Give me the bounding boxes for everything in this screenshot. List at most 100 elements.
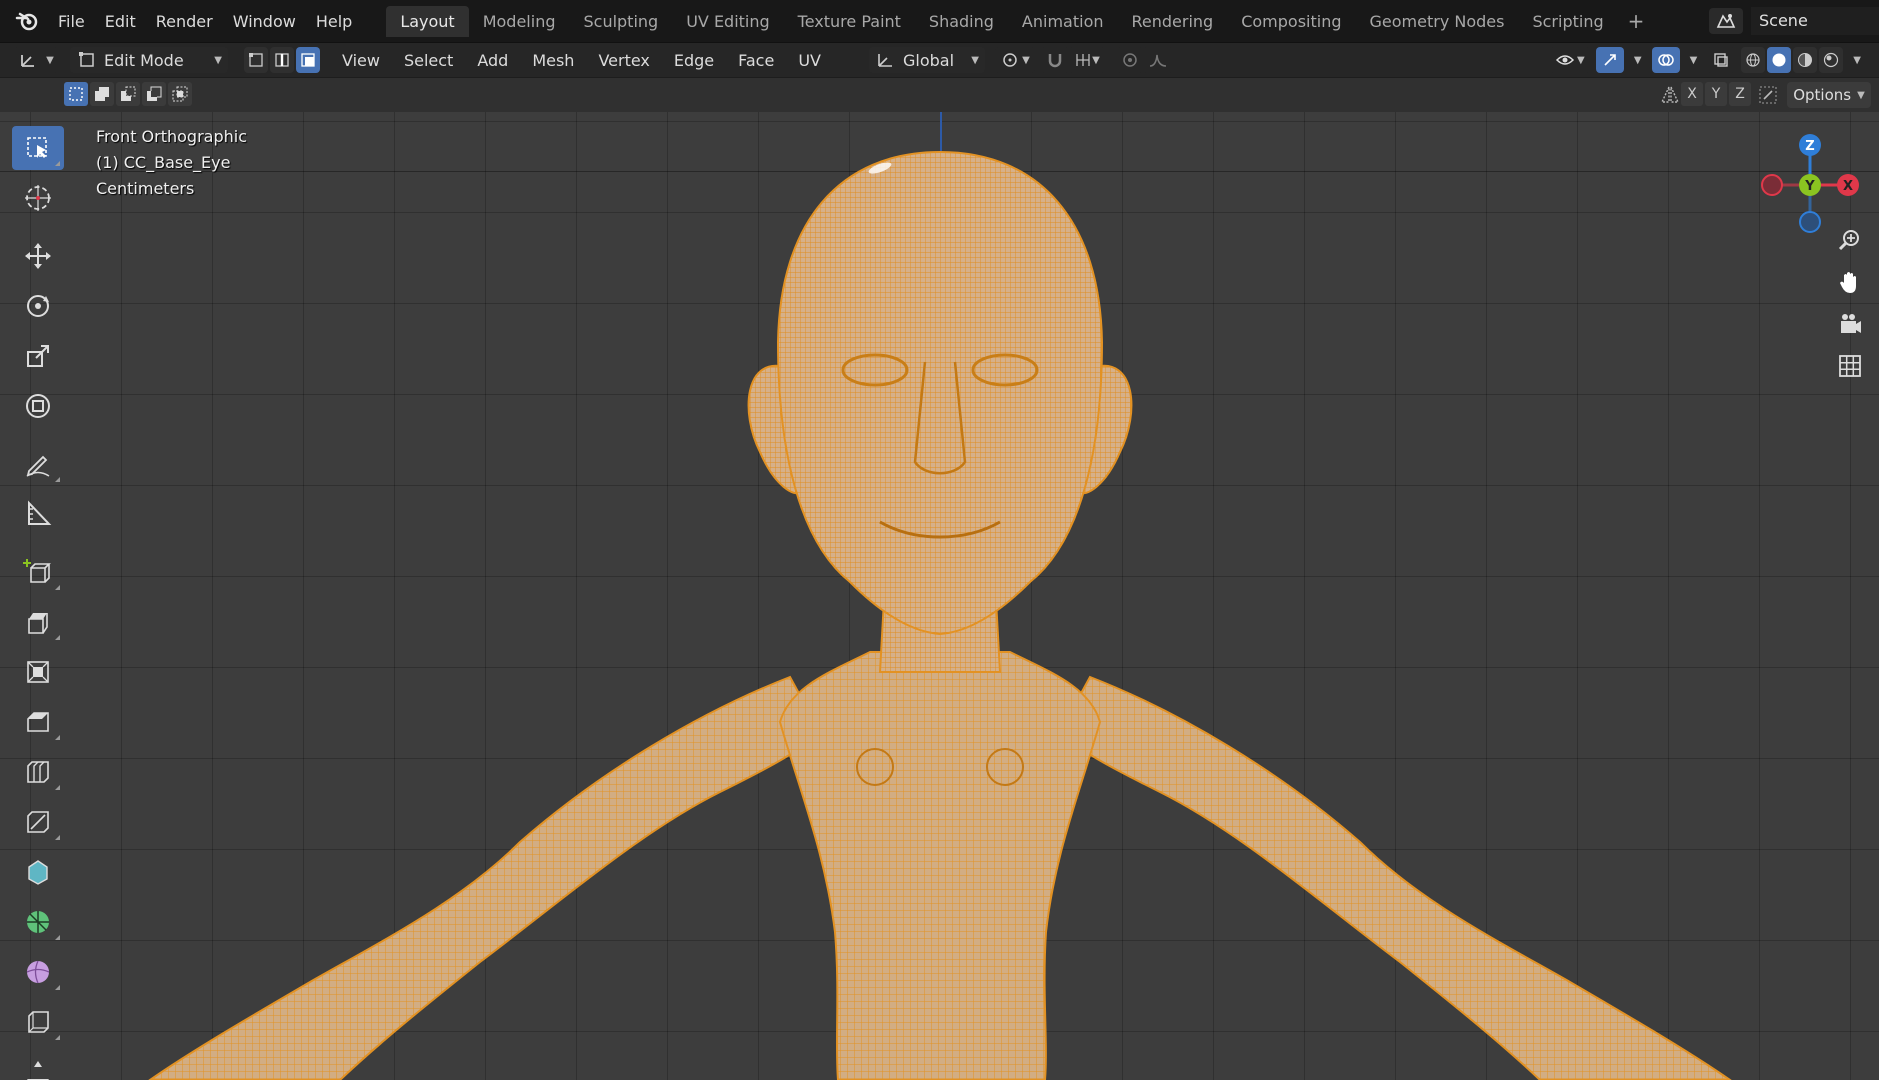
mirror-y-toggle[interactable]: Y: [1705, 82, 1727, 106]
transform-tool[interactable]: [12, 384, 64, 428]
edge-select-button[interactable]: [270, 47, 294, 73]
tab-texture-paint[interactable]: Texture Paint: [784, 6, 915, 37]
pan-button[interactable]: [1830, 262, 1870, 302]
annotate-tool[interactable]: [12, 442, 64, 486]
topology-mirror-icon[interactable]: [1757, 84, 1779, 110]
tab-compositing[interactable]: Compositing: [1227, 6, 1355, 37]
vertex-select-button[interactable]: [244, 47, 268, 73]
menu-mesh[interactable]: Mesh: [520, 51, 586, 70]
gizmo-icon: [1604, 54, 1616, 66]
gizmo-neg-x-axis[interactable]: [1761, 174, 1783, 196]
smooth-tool[interactable]: [12, 950, 64, 994]
inset-faces-tool[interactable]: [12, 650, 64, 694]
add-cube-tool[interactable]: [12, 550, 64, 594]
snap-target-dropdown[interactable]: ▼: [1068, 47, 1105, 73]
tab-animation[interactable]: Animation: [1008, 6, 1118, 37]
select-difference-button[interactable]: [142, 82, 166, 106]
shading-dropdown-arrow[interactable]: ▼: [1853, 55, 1861, 66]
character-mesh[interactable]: [0, 112, 1879, 1080]
tab-modeling[interactable]: Modeling: [469, 6, 570, 37]
measure-tool[interactable]: [12, 492, 64, 536]
gizmo-toggle[interactable]: [1595, 47, 1624, 73]
menu-edge[interactable]: Edge: [662, 51, 726, 70]
axes-icon: [21, 55, 35, 67]
wireframe-shading-button[interactable]: [1741, 47, 1766, 73]
proportional-edit-toggle[interactable]: [1116, 47, 1143, 73]
scene-icon[interactable]: [1709, 8, 1743, 34]
perspective-toggle-button[interactable]: [1830, 346, 1870, 386]
mirror-z-toggle[interactable]: Z: [1729, 82, 1751, 106]
snap-toggle[interactable]: [1040, 47, 1069, 73]
select-box-tool[interactable]: [12, 126, 64, 170]
gizmo-neg-z-axis[interactable]: [1799, 211, 1821, 233]
overlays-toggle[interactable]: [1651, 47, 1680, 73]
extrude-tool[interactable]: [12, 600, 64, 644]
scene-selector[interactable]: Scene: [1709, 6, 1879, 36]
mirror-x-toggle[interactable]: X: [1681, 82, 1703, 106]
mirror-icon[interactable]: [1659, 84, 1681, 110]
active-object-name: (1) CC_Base_Eye: [96, 153, 231, 172]
tab-uv-editing[interactable]: UV Editing: [672, 6, 783, 37]
options-dropdown[interactable]: Options ▼: [1787, 82, 1871, 108]
right-arm: [1058, 675, 1732, 1080]
editor-type-dropdown[interactable]: ▼: [14, 47, 58, 73]
select-intersect-button[interactable]: [168, 82, 192, 106]
add-workspace-button[interactable]: +: [1618, 9, 1655, 33]
menu-render[interactable]: Render: [146, 12, 223, 31]
scale-tool[interactable]: [12, 334, 64, 378]
mode-dropdown[interactable]: Edit Mode ▼: [70, 47, 228, 73]
transform-orientation-dropdown[interactable]: Global ▼: [868, 47, 985, 73]
xray-toggle[interactable]: [1707, 47, 1736, 73]
move-arrows-icon: [25, 243, 51, 269]
eye-icon: [1555, 55, 1575, 65]
wireframe-sphere-icon: [1746, 53, 1760, 67]
spin-tool[interactable]: [12, 900, 64, 944]
orientation-label: Global: [902, 50, 955, 70]
poly-build-tool[interactable]: [12, 850, 64, 894]
menu-face[interactable]: Face: [726, 51, 786, 70]
zoom-button[interactable]: [1830, 220, 1870, 260]
material-shading-button[interactable]: [1793, 47, 1818, 73]
menu-help[interactable]: Help: [306, 12, 362, 31]
menu-file[interactable]: File: [48, 12, 95, 31]
camera-view-button[interactable]: [1830, 304, 1870, 344]
menu-uv[interactable]: UV: [786, 51, 833, 70]
extrude-icon: [28, 613, 48, 634]
tab-geometry-nodes[interactable]: Geometry Nodes: [1356, 6, 1519, 37]
tab-rendering[interactable]: Rendering: [1118, 6, 1228, 37]
loop-cut-icon: [27, 761, 49, 783]
menu-edit[interactable]: Edit: [95, 12, 146, 31]
cursor-tool[interactable]: [12, 176, 64, 220]
tab-scripting[interactable]: Scripting: [1518, 6, 1617, 37]
rotate-tool[interactable]: [12, 284, 64, 328]
face-select-button[interactable]: [296, 47, 320, 73]
edge-slide-tool[interactable]: [12, 1000, 64, 1044]
select-new-button[interactable]: [64, 82, 88, 106]
viewport-info: Front Orthographic (1) CC_Base_Eye Centi…: [96, 124, 247, 202]
rendered-shading-button[interactable]: [1819, 47, 1844, 73]
select-subtract-button[interactable]: [116, 82, 140, 106]
scene-name-field[interactable]: Scene: [1751, 7, 1879, 35]
tab-sculpting[interactable]: Sculpting: [569, 6, 672, 37]
select-extend-button[interactable]: [90, 82, 114, 106]
tab-layout[interactable]: Layout: [386, 5, 469, 37]
menu-window[interactable]: Window: [223, 12, 306, 31]
blender-logo-icon[interactable]: [12, 6, 42, 36]
gizmo-dropdown-arrow[interactable]: ▼: [1634, 55, 1642, 66]
menu-select[interactable]: Select: [392, 51, 465, 70]
knife-tool[interactable]: [12, 800, 64, 844]
3d-viewport[interactable]: Front Orthographic (1) CC_Base_Eye Centi…: [0, 112, 1879, 1080]
solid-shading-button[interactable]: [1767, 47, 1792, 73]
falloff-dropdown[interactable]: [1142, 47, 1173, 73]
menu-vertex[interactable]: Vertex: [586, 51, 661, 70]
move-tool[interactable]: [12, 234, 64, 278]
menu-add[interactable]: Add: [465, 51, 520, 70]
pivot-point-dropdown[interactable]: ▼: [994, 47, 1035, 73]
shrink-fatten-tool[interactable]: [12, 1050, 64, 1080]
tab-shading[interactable]: Shading: [915, 6, 1008, 37]
overlays-dropdown-arrow[interactable]: ▼: [1690, 55, 1698, 66]
menu-view[interactable]: View: [330, 51, 392, 70]
bevel-tool[interactable]: [12, 700, 64, 744]
loop-cut-tool[interactable]: [12, 750, 64, 794]
visibility-dropdown[interactable]: ▼: [1549, 47, 1590, 73]
